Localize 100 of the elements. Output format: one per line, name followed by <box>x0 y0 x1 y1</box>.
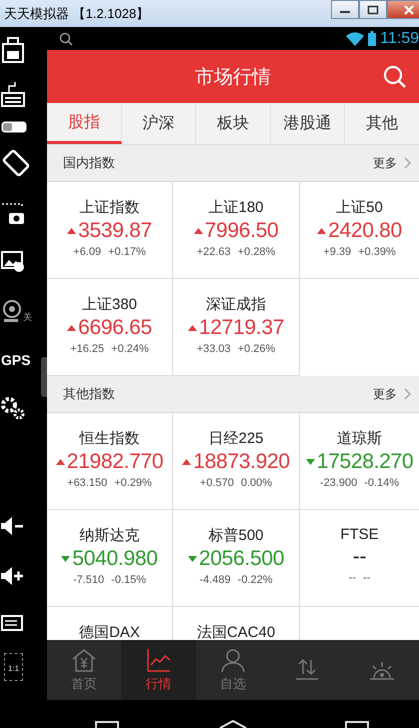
tab[interactable]: 其他 <box>345 103 419 144</box>
tab[interactable]: 港股通 <box>270 103 346 144</box>
home-icon <box>71 648 98 672</box>
index-price: 7996.50 <box>204 219 278 243</box>
change-percent: 0.00% <box>240 477 272 489</box>
image-icon[interactable] <box>1 250 25 274</box>
index-price: 18873.920 <box>193 450 290 474</box>
index-name: 上证指数 <box>80 198 140 217</box>
index-name: FTSE <box>340 526 379 543</box>
keyboard-icon[interactable] <box>1 82 25 108</box>
index-name: 纳斯达克 <box>80 526 140 545</box>
maximize-button[interactable] <box>359 0 387 19</box>
index-price: 21982.770 <box>66 450 164 474</box>
change-percent: +0.26% <box>238 343 276 355</box>
change-value: +22.63 <box>196 246 231 258</box>
index-card[interactable]: 上证180 7996.50 +22.63 +0.28% <box>173 182 300 279</box>
change-percent: -0.15% <box>111 574 146 586</box>
index-price: 5040.980 <box>72 547 158 571</box>
change-value: -- <box>348 572 356 584</box>
change-percent: -0.22% <box>238 574 273 586</box>
search-icon[interactable] <box>59 32 73 46</box>
up-arrow-icon <box>188 325 197 331</box>
webcam-icon[interactable] <box>1 300 23 324</box>
index-name: 上证50 <box>336 198 383 217</box>
change-value: +0.570 <box>200 477 234 489</box>
index-card[interactable]: 标普500 2056.500 -4.489 -0.22% <box>173 510 300 607</box>
battery-icon <box>368 31 376 46</box>
more-link[interactable]: 更多 <box>373 154 411 172</box>
index-price: -- <box>352 545 366 569</box>
index-card[interactable]: 上证指数 3539.87 +6.09 +0.17% <box>47 182 173 279</box>
change-value: -4.489 <box>199 574 231 586</box>
volume-up-icon[interactable] <box>1 566 25 586</box>
settings-icon[interactable] <box>1 396 25 420</box>
change-percent: -0.14% <box>364 477 400 489</box>
more-link[interactable]: 更多 <box>373 386 411 402</box>
search-icon[interactable] <box>383 65 407 89</box>
index-card[interactable]: 上证380 6696.65 +16.25 +0.24% <box>47 279 173 376</box>
change-value: -23.900 <box>320 477 358 489</box>
page-title: 市场行情 <box>195 66 271 90</box>
window-title: 天天模拟器 【1.2.1028】 <box>4 4 150 22</box>
recent-apps-icon[interactable] <box>342 720 372 728</box>
down-arrow-icon <box>61 556 70 562</box>
index-name: 日经225 <box>208 429 264 448</box>
change-percent: +0.24% <box>111 343 149 355</box>
webcam-state-label: 关 <box>23 311 32 324</box>
sidebar-handle[interactable] <box>41 357 47 397</box>
maximize-icon <box>367 4 379 14</box>
change-percent: +0.17% <box>108 246 146 258</box>
chart-icon <box>146 648 172 672</box>
index-name: 道琼斯 <box>337 429 382 448</box>
nav-item[interactable]: 行情 <box>121 640 196 700</box>
up-arrow-icon <box>194 228 203 234</box>
change-percent: +0.39% <box>358 246 396 258</box>
index-card[interactable]: 深证成指 12719.37 +33.03 +0.26% <box>173 279 300 376</box>
index-name: 标普500 <box>208 526 264 545</box>
index-name: 深证成指 <box>206 295 266 314</box>
transfer-icon <box>294 658 320 682</box>
up-arrow-icon <box>317 228 326 234</box>
index-price: 12719.37 <box>198 316 284 340</box>
change-value: +9.39 <box>323 246 352 258</box>
index-name: 法国CAC40 <box>196 623 276 640</box>
index-card[interactable]: 恒生指数 21982.770 +63.150 +0.29% <box>47 413 173 510</box>
menu-icon[interactable] <box>1 615 23 631</box>
change-value: +16.25 <box>70 343 104 355</box>
down-arrow-icon <box>306 459 315 465</box>
up-arrow-icon <box>56 459 65 465</box>
section-title: 国内指数 <box>63 154 115 172</box>
tab[interactable]: 沪深 <box>122 103 196 144</box>
home-icon[interactable] <box>218 720 248 728</box>
clock-text: 11:59 <box>380 30 419 48</box>
change-value: +63.150 <box>67 477 108 489</box>
index-name: 恒生指数 <box>80 429 140 448</box>
person-icon <box>220 648 246 672</box>
up-arrow-icon <box>182 459 192 465</box>
index-price: 17528.270 <box>316 450 414 474</box>
fullscreen-button[interactable]: 1:1 <box>4 653 24 681</box>
index-price: 2056.500 <box>198 547 284 571</box>
volume-down-icon[interactable] <box>1 516 25 536</box>
index-name: 上证380 <box>82 295 138 314</box>
wifi-icon <box>346 32 364 46</box>
change-value: +6.09 <box>73 246 102 258</box>
index-card[interactable]: 日经225 18873.920 +0.570 0.00% <box>173 413 300 510</box>
chevron-icon <box>403 157 411 169</box>
gps-button[interactable]: GPS <box>1 352 31 368</box>
section-title: 其他指数 <box>63 385 115 403</box>
chevron-icon <box>403 388 411 400</box>
close-icon <box>403 4 415 14</box>
minimize-button[interactable] <box>331 0 359 19</box>
change-value: -7.510 <box>72 574 104 586</box>
up-arrow-icon <box>67 325 76 331</box>
close-button[interactable] <box>387 0 419 19</box>
index-card[interactable]: 纳斯达克 5040.980 -7.510 -0.15% <box>47 510 173 607</box>
rotate-screen-icon[interactable] <box>1 148 31 178</box>
tab[interactable]: 板块 <box>196 103 271 144</box>
change-percent: -- <box>363 572 370 584</box>
toggle-switch[interactable] <box>1 121 27 133</box>
change-percent: +0.29% <box>114 477 152 489</box>
change-percent: +0.28% <box>238 246 276 258</box>
index-price: 6696.65 <box>78 316 152 340</box>
index-price: 2420.80 <box>328 219 402 243</box>
